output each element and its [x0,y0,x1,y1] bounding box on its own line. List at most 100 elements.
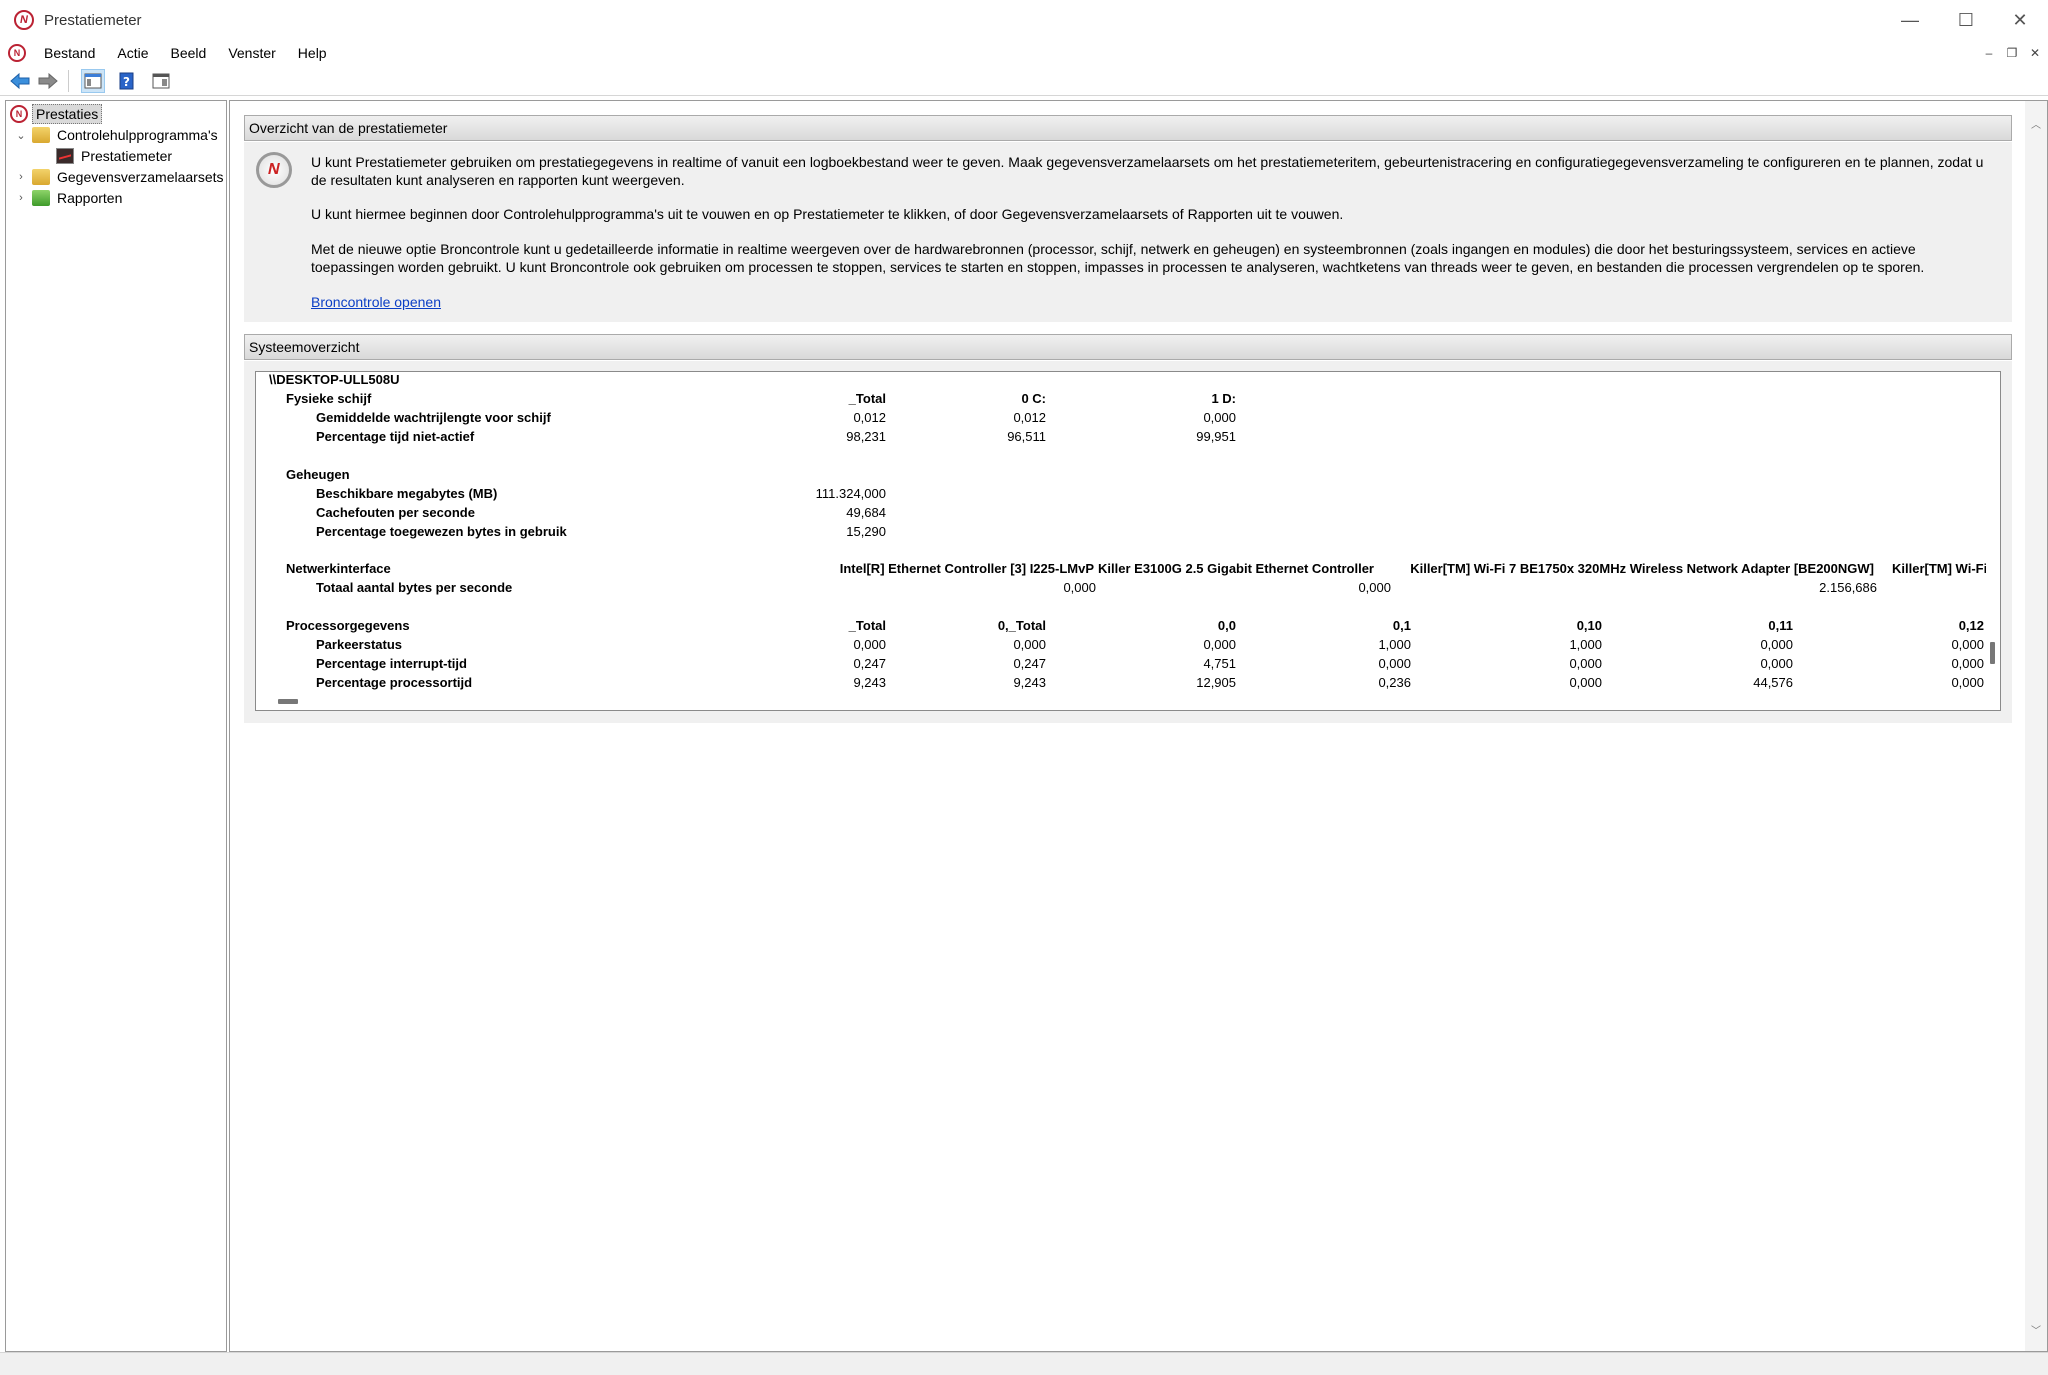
system-overview-section-body: \\DESKTOP-ULL508U Fysieke schijf _Total … [244,361,2012,723]
counter-value: 96,511 [1007,429,1046,444]
show-hide-console-tree-icon[interactable] [81,68,105,93]
counter-value: 1,000 [1569,637,1602,652]
column-header: 0 C: [1021,391,1046,406]
machine-name: \\DESKTOP-ULL508U [269,372,400,387]
counter-value: 0,000 [1358,580,1391,595]
counter-value: 0,000 [1760,656,1793,671]
counter-value: 0,000 [1760,637,1793,652]
counter-value: 4,751 [1203,656,1236,671]
menu-bar: Bestand Actie Beeld Venster Help [0,40,2048,66]
tree-item-rapporten[interactable]: › Rapporten [14,188,125,208]
overview-section-header[interactable]: Overzicht van de prestatiemeter [244,115,2012,141]
counter-label: Gemiddelde wachtrijlengte voor schijf [316,410,551,425]
data-collector-folder-icon [32,169,50,185]
main-vertical-scrollbar[interactable]: ︿ ﹀ [2025,101,2047,1351]
window-title: Prestatiemeter [44,11,142,29]
counter-label: Percentage interrupt-tijd [316,656,467,671]
counter-value: 0,247 [853,656,886,671]
counter-value: 49,684 [846,505,886,520]
reports-folder-icon [32,190,50,206]
counter-value: 9,243 [853,675,886,690]
close-button[interactable]: ✕ [1992,0,2048,40]
counter-value: 0,000 [1203,410,1236,425]
overview-section-body: U kunt Prestatiemeter gebruiken om prest… [244,142,2012,322]
column-header: _Total [848,391,886,406]
system-menu-icon[interactable] [8,44,26,62]
tree-item-prestaties[interactable]: Prestaties [10,104,103,124]
counter-label: Percentage tijd niet-actief [316,429,475,444]
performance-monitor-logo-icon [256,152,292,188]
back-arrow-icon[interactable] [8,69,32,93]
counter-value: 2.156,686 [1819,580,1877,595]
column-header: 0,_Total [997,618,1046,633]
counter-value: 0,247 [1013,656,1046,671]
counter-value: 0,000 [1569,675,1602,690]
counter-value: 99,951 [1196,429,1236,444]
counter-label: Percentage toegewezen bytes in gebruik [316,524,567,539]
mdi-close-button[interactable]: ✕ [2026,44,2044,62]
column-header: _Total [848,618,886,633]
menu-bestand[interactable]: Bestand [40,43,99,63]
overview-paragraph-3: Met de nieuwe optie Broncontrole kunt u … [311,241,1925,275]
help-icon[interactable]: ? [115,69,139,93]
menu-beeld[interactable]: Beeld [167,43,211,63]
toolbar: ? [0,66,2048,96]
column-header-truncated: Killer[TM] Wi-Fi 7 BE1750x 320MHz Wirele… [1892,561,2000,576]
chevron-down-icon[interactable]: ⌄ [14,128,28,142]
scroll-up-icon[interactable]: ︿ [2025,113,2047,133]
counter-value: 0,236 [1378,675,1411,690]
mdi-restore-button[interactable]: ❐ [2003,44,2021,62]
open-resource-monitor-link[interactable]: Broncontrole openen [311,294,441,310]
column-header: Intel[R] Ethernet Controller [3] I225-LM… [839,561,1094,576]
report-vertical-scrollbar[interactable] [1986,372,2000,692]
mdi-minimize-button[interactable]: – [1980,44,1998,62]
column-header: 0,10 [1576,618,1602,633]
scrollbar-thumb[interactable] [1990,642,1995,664]
system-overview-report: \\DESKTOP-ULL508U Fysieke schijf _Total … [255,371,2001,711]
tree-item-controlehulpprogrammas[interactable]: ⌄ Controlehulpprogramma's [14,125,221,145]
maximize-button[interactable]: ☐ [1938,0,1994,40]
svg-text:?: ? [123,75,130,89]
counter-value: 0,000 [1951,656,1984,671]
performance-chart-icon [56,148,74,164]
overview-paragraph-2: U kunt hiermee beginnen door Controlehul… [311,206,1344,222]
chevron-right-icon[interactable]: › [14,191,28,205]
counter-value: 0,000 [853,637,886,652]
main-pane: Overzicht van de prestatiemeter U kunt P… [229,100,2048,1352]
toolbar-separator [68,69,69,92]
counter-value: 0,000 [1063,580,1096,595]
forward-arrow-icon[interactable] [36,69,60,93]
tree-item-gegevensverzamelaarsets[interactable]: › Gegevensverzamelaarsets [14,167,227,187]
column-header: Killer[TM] Wi-Fi 7 BE1750x 320MHz Wirele… [1410,561,1874,576]
minimize-button[interactable]: — [1882,0,1938,40]
system-overview-section-header[interactable]: Systeemoverzicht [244,334,2012,360]
console-tree: Prestaties ⌄ Controlehulpprogramma's Pre… [5,100,227,1352]
report-horizontal-scrollbar[interactable] [256,694,2000,710]
counter-value: 98,231 [846,429,886,444]
title-bar: Prestatiemeter — ☐ ✕ [0,0,2048,40]
counter-value: 111.324,000 [815,486,886,501]
status-bar [0,1352,2048,1375]
menu-help[interactable]: Help [294,43,331,63]
scrollbar-thumb[interactable] [278,699,298,704]
column-header: 0,12 [1958,618,1984,633]
scroll-down-icon[interactable]: ﹀ [2025,1319,2047,1339]
counter-value: 44,576 [1753,675,1793,690]
column-header: 1 D: [1211,391,1236,406]
counter-label: Beschikbare megabytes (MB) [316,486,498,501]
counter-label: Cachefouten per seconde [316,505,475,520]
chevron-right-icon[interactable]: › [14,170,28,184]
counter-value: 0,000 [1951,637,1984,652]
menu-actie[interactable]: Actie [113,43,152,63]
counter-value: 0,000 [1951,675,1984,690]
tree-item-prestatiemeter[interactable]: Prestatiemeter [56,146,175,166]
counter-value: 1,000 [1378,637,1411,652]
column-header: Killer E3100G 2.5 Gigabit Ethernet Contr… [1098,561,1374,576]
show-hide-action-pane-icon[interactable] [149,69,173,93]
counter-label: Percentage processortijd [316,675,473,690]
counter-value: 0,000 [1569,656,1602,671]
counter-value: 0,012 [1013,410,1046,425]
menu-venster[interactable]: Venster [224,43,279,63]
disk-group-title: Fysieke schijf [286,391,372,406]
counter-label: Totaal aantal bytes per seconde [316,580,513,595]
